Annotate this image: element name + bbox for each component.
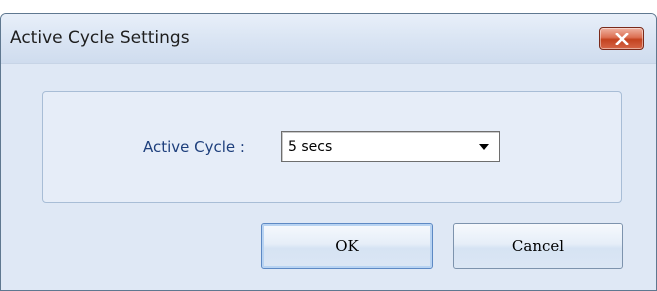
active-cycle-settings-dialog: Active Cycle Settings Active Cycle : 5 s…	[0, 13, 657, 291]
dialog-title: Active Cycle Settings	[10, 28, 190, 48]
active-cycle-selected-value: 5 secs	[288, 139, 333, 155]
active-cycle-label: Active Cycle :	[143, 138, 245, 156]
chevron-down-icon	[479, 144, 489, 150]
ok-button[interactable]: OK	[261, 223, 433, 269]
active-cycle-dropdown[interactable]: 5 secs	[281, 131, 500, 162]
title-bar[interactable]: Active Cycle Settings	[1, 14, 656, 64]
settings-panel: Active Cycle : 5 secs	[42, 91, 622, 203]
cancel-button[interactable]: Cancel	[453, 223, 623, 269]
close-x-icon	[614, 32, 629, 45]
close-button[interactable]	[599, 27, 644, 50]
